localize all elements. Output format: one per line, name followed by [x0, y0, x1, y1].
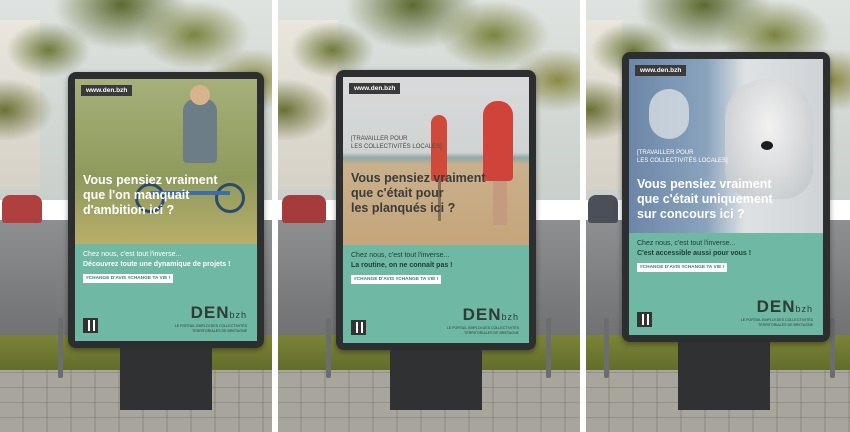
poster-teal-band: Chez nous, c'est tout l'inverse... C'est… [629, 232, 823, 335]
poster-body-line1: Chez nous, c'est tout l'inverse... [83, 251, 182, 259]
kiosk-base [678, 342, 770, 410]
den-logo: DENbzh [190, 303, 247, 322]
bollard [604, 318, 609, 378]
kiosk-base [120, 348, 212, 410]
background-dog [649, 89, 689, 139]
parked-car [282, 195, 326, 223]
photo-panel-2: www.den.bzh [TRAVAILLER POUR LES COLLECT… [278, 0, 580, 432]
logo-subtitle: LE PORTAIL EMPLOI DES COLLECTIVITÉS TERR… [174, 324, 247, 333]
dog-nose [761, 141, 773, 150]
poster: www.den.bzh Vous pensiez vraiment que l'… [75, 79, 257, 341]
poster-tagline: [TRAVAILLER POUR LES COLLECTIVITÉS LOCAL… [351, 136, 442, 150]
billboard-kiosk: www.den.bzh Vous pensiez vraiment que l'… [68, 72, 264, 348]
den-logo: DENbzh [462, 305, 519, 324]
qr-code [637, 312, 652, 327]
poster-headline: Vous pensiez vraiment que l'on manquait … [83, 173, 218, 217]
parked-car [588, 195, 618, 223]
rider-figure [183, 99, 217, 163]
poster-teal-band: Chez nous, c'est tout l'inverse... La ro… [343, 244, 529, 343]
bike-wheel-rear [215, 183, 245, 213]
bollard [326, 318, 331, 378]
poster-url: www.den.bzh [635, 65, 687, 76]
photo-panel-3: www.den.bzh [TRAVAILLER POUR LES COLLECT… [586, 0, 850, 432]
poster-url: www.den.bzh [81, 85, 133, 96]
poster-body-line2: Découvrez toute une dynamique de projets… [83, 261, 231, 269]
bollard [830, 318, 835, 378]
photo-panel-1: www.den.bzh Vous pensiez vraiment que l'… [0, 0, 272, 432]
billboard-kiosk: www.den.bzh [TRAVAILLER POUR LES COLLECT… [622, 52, 830, 342]
poster-photo [75, 79, 257, 245]
bollard [546, 318, 551, 378]
poster-photo [343, 77, 529, 245]
person-legs [493, 181, 507, 225]
red-parasol [483, 101, 513, 181]
poster-headline: Vous pensiez vraiment que c'était pour l… [351, 171, 486, 215]
parked-car [2, 195, 42, 223]
poster-tagline: [TRAVAILLER POUR LES COLLECTIVITÉS LOCAL… [637, 150, 728, 164]
logo-subtitle: LE PORTAIL EMPLOI DES COLLECTIVITÉS TERR… [446, 326, 519, 335]
poster: www.den.bzh [TRAVAILLER POUR LES COLLECT… [343, 77, 529, 343]
hashtag-chip: #CHANGE D'AVIS #CHANGE TA VIE ! [351, 274, 442, 284]
poster-body-line1: Chez nous, c'est tout l'inverse... [351, 251, 450, 259]
poster-body-line2: La routine, on ne connaît pas ! [351, 261, 453, 269]
bollard [58, 318, 63, 378]
hashtag-chip: #CHANGE D'AVIS #CHANGE TA VIE ! [83, 274, 174, 284]
poster-teal-band: Chez nous, c'est tout l'inverse... Décou… [75, 244, 257, 341]
qr-code [351, 320, 366, 335]
rider-head [190, 85, 210, 105]
poster-body-line2: C'est accessible aussi pour vous ! [637, 249, 752, 257]
kiosk-base [390, 350, 482, 410]
qr-code [83, 318, 98, 333]
den-logo: DENbzh [756, 297, 813, 316]
logo-subtitle: LE PORTAIL EMPLOI DES COLLECTIVITÉS TERR… [740, 318, 813, 327]
hashtag-chip: #CHANGE D'AVIS #CHANGE TA VIE ! [637, 262, 728, 272]
poster-headline: Vous pensiez vraiment que c'était unique… [637, 177, 773, 221]
poster-body-line1: Chez nous, c'est tout l'inverse... [637, 239, 736, 247]
poster-url: www.den.bzh [349, 83, 401, 94]
billboard-kiosk: www.den.bzh [TRAVAILLER POUR LES COLLECT… [336, 70, 536, 350]
poster: www.den.bzh [TRAVAILLER POUR LES COLLECT… [629, 59, 823, 335]
